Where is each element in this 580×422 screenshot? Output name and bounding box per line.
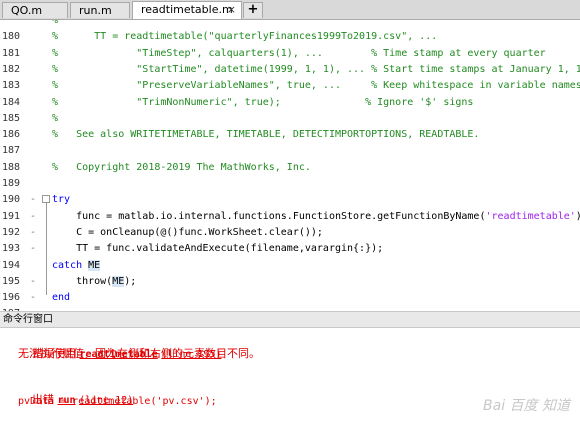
line-number: 189 [2, 178, 21, 189]
code-text: % TT = readtimetable("quarterlyFinances1… [52, 29, 437, 45]
line-number: 193 [2, 243, 21, 255]
tab-label: run.m [79, 4, 112, 17]
fold-toggle-icon[interactable] [42, 195, 50, 204]
line-number: 191 [2, 210, 21, 222]
breakpoint-dash-icon[interactable]: - [30, 209, 36, 225]
line-number: 188 [2, 161, 21, 173]
code-text: % "TimeStep", calquarters(1), ... % Time… [52, 46, 546, 62]
code-text: % Copyright 2018-2019 The MathWorks, Inc… [52, 160, 311, 176]
code-text: % "TrimNonNumeric", true); % Ignore '$' … [52, 95, 473, 111]
code-line[interactable]: 193- TT = func.validateAndExecute(filena… [0, 241, 580, 257]
code-line[interactable]: 188 % Copyright 2018-2019 The MathWorks, … [0, 160, 580, 176]
code-token: func = matlab.io.internal.functions.Func… [52, 210, 486, 222]
code-text: try [52, 192, 70, 208]
tab-qo[interactable]: QO.m [2, 2, 68, 18]
breakpoint-dash-icon[interactable]: - [30, 241, 36, 257]
code-text: % [52, 20, 58, 29]
code-text: C = onCleanup(@()func.WorkSheet.clear())… [52, 225, 323, 241]
code-line[interactable]: 194 catch ME [0, 258, 580, 274]
code-token: % Copyright 2018-2019 The MathWorks, Inc… [52, 161, 311, 173]
line-number: 182 [2, 63, 21, 75]
error-command: pvData = readtimetable('pv.csv'); [18, 396, 217, 407]
code-token: % "TrimNonNumeric", true); % Ignore '$' … [52, 96, 474, 108]
code-token: try [52, 194, 71, 206]
breakpoint-dash-icon[interactable]: - [30, 225, 36, 241]
code-line[interactable]: 189 [0, 176, 580, 192]
code-token: end [52, 292, 71, 304]
code-line[interactable]: 196- end [0, 290, 580, 306]
code-token: 'readtimetable' [485, 210, 576, 222]
code-token: ME [112, 275, 125, 287]
code-fold-guide [46, 197, 47, 296]
code-text: end [52, 290, 70, 306]
code-token: % [52, 112, 59, 124]
watermark-logo: Bai 百度 知道 [483, 398, 570, 414]
code-line[interactable]: % [0, 20, 580, 29]
code-line[interactable]: 191- func = matlab.io.internal.functions… [0, 209, 580, 225]
code-token: % "StartTime", datetime(1999, 1, 1), ...… [52, 63, 580, 75]
code-text: func = matlab.io.internal.functions.Func… [52, 209, 580, 225]
code-text: catch ME [52, 258, 101, 274]
breakpoint-dash-icon[interactable]: - [30, 192, 36, 208]
code-line[interactable]: 192- C = onCleanup(@()func.WorkSheet.cle… [0, 225, 580, 241]
breakpoint-dash-icon[interactable]: - [30, 274, 36, 290]
code-line[interactable]: 181 % "TimeStep", calquarters(1), ... % T… [0, 46, 580, 62]
breakpoint-dash-icon[interactable]: - [30, 290, 36, 306]
code-text: % See also WRITETIMETABLE, TIMETABLE, DE… [52, 127, 479, 143]
code-text: % [52, 111, 58, 127]
line-number: 185 [2, 112, 21, 124]
error-message: 无法执行赋值，因为左侧和右侧的元素数目不同。 [18, 347, 260, 360]
code-line[interactable]: 190- try [0, 192, 580, 208]
command-window-title: 命令行窗口 [0, 312, 580, 328]
line-number: 195 [2, 275, 21, 287]
tab-label: readtimetable.m [141, 3, 233, 16]
line-number: 186 [2, 129, 21, 141]
code-token: % See also WRITETIMETABLE, TIMETABLE, DE… [52, 129, 480, 141]
line-number: 194 [2, 259, 21, 271]
line-number: 196 [2, 292, 21, 304]
code-token: TT = func.validateAndExecute(filename,va… [52, 243, 384, 255]
code-token: % TT = readtimetable("quarterlyFinances1… [52, 31, 438, 43]
code-token: C = onCleanup(@()func.WorkSheet.clear())… [52, 226, 323, 238]
line-number: 183 [2, 80, 21, 92]
tab-readtimetable[interactable]: readtimetable.m × [132, 1, 242, 19]
line-number: 181 [2, 47, 21, 59]
code-line[interactable]: 180 % TT = readtimetable("quarterlyFinanc… [0, 29, 580, 45]
editor-tab-bar: QO.m run.m readtimetable.m × + [0, 0, 580, 20]
code-line[interactable]: 185% [0, 111, 580, 127]
line-number: 192 [2, 226, 21, 238]
code-token: catch [52, 259, 89, 271]
close-tab-icon[interactable]: × [227, 2, 236, 17]
code-token: ); [124, 275, 137, 287]
code-text: % "StartTime", datetime(1999, 1, 1), ...… [52, 62, 580, 78]
line-number: 190 [2, 194, 21, 206]
code-line[interactable]: 195- throw(ME); [0, 274, 580, 290]
code-line[interactable]: 184 % "TrimNonNumeric", true); % Ignore '… [0, 95, 580, 111]
tab-label: QO.m [11, 4, 43, 17]
code-token: ); [576, 211, 580, 222]
line-number: 184 [2, 96, 21, 108]
code-text: % "PreserveVariableNames", true, ... % K… [52, 78, 580, 94]
tab-run[interactable]: run.m [70, 2, 130, 18]
code-editor[interactable]: % 180 % TT = readtimetable("quarterlyFinan… [0, 20, 580, 312]
code-token: % [52, 20, 59, 26]
code-token: ME [88, 259, 101, 271]
code-text: TT = func.validateAndExecute(filename,va… [52, 241, 383, 257]
line-number: 187 [2, 145, 21, 157]
code-token: % "PreserveVariableNames", true, ... % K… [52, 80, 580, 92]
code-token: throw( [52, 275, 113, 287]
code-line[interactable]: 183 % "PreserveVariableNames", true, ... … [0, 78, 580, 94]
code-line[interactable]: 187 [0, 143, 580, 159]
code-line[interactable]: 182 % "StartTime", datetime(1999, 1, 1), … [0, 62, 580, 78]
code-line[interactable]: 186 % See also WRITETIMETABLE, TIMETABLE,… [0, 127, 580, 143]
line-number: 180 [2, 31, 21, 43]
add-tab-button[interactable]: + [243, 2, 263, 18]
code-token: % "TimeStep", calquarters(1), ... % Time… [52, 47, 546, 59]
code-text: throw(ME); [52, 274, 136, 290]
